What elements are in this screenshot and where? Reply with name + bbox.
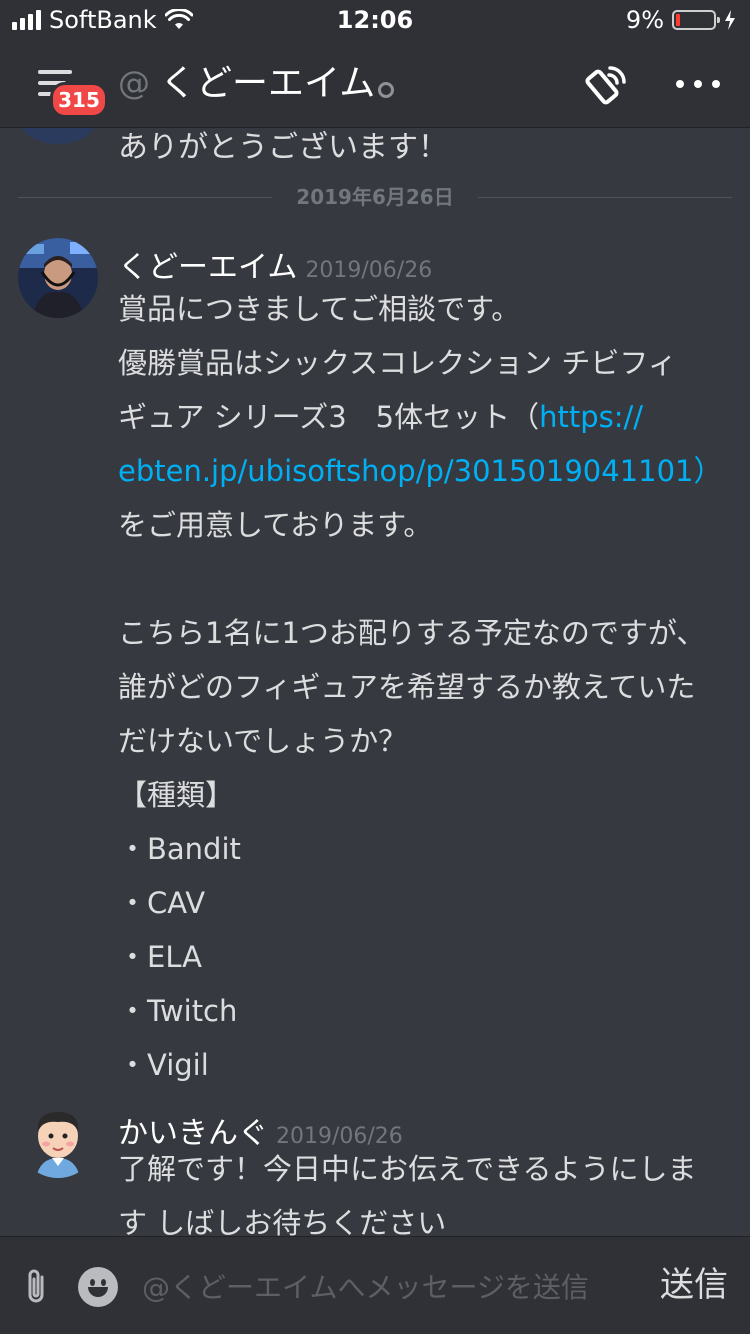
date-divider: 2019年6月26日	[18, 186, 732, 208]
unread-badge: 315	[50, 82, 108, 118]
status-bar: SoftBank 12:06 9%	[0, 0, 750, 40]
status-indicator	[378, 82, 394, 98]
message-line: 了解です！今日中にお伝えできるようにしま	[118, 1152, 697, 1186]
message-content: 賞品につきましてご相談です。 優勝賞品はシックスコレクション チビフィ ギュア …	[118, 282, 723, 1092]
message-author[interactable]: くどーエイム	[118, 250, 297, 285]
channel-title[interactable]: くどーエイム	[160, 54, 375, 106]
list-item: ・ELA	[118, 940, 202, 974]
call-button[interactable]	[584, 64, 628, 108]
paperclip-icon[interactable]	[22, 1267, 52, 1307]
message-line: 【種類】	[118, 778, 235, 812]
message-line: ギュア シリーズ3 5体セット（https://	[118, 400, 644, 434]
message-line: こちら1名に1つお配りする予定なのですが、	[118, 616, 706, 650]
more-options-button[interactable]	[676, 66, 720, 102]
message-content: 了解です！今日中にお伝えできるようにしま す しばしお待ちください	[118, 1142, 718, 1236]
send-button[interactable]: 送信	[660, 1257, 728, 1306]
at-icon: @	[118, 64, 150, 102]
message-list[interactable]: ありがとうございます！ 2019年6月26日 くどーエイム 2019/06/26 …	[0, 128, 750, 1236]
avatar-kaiking[interactable]	[18, 1098, 98, 1178]
message-line: をご用意しております。	[118, 508, 433, 542]
chat-header: 315 @ くどーエイム	[0, 40, 750, 128]
message-line: ebten.jp/ubisoftshop/p/3015019041101）	[118, 454, 723, 488]
battery-icon	[672, 10, 720, 30]
ellipsis-icon	[676, 80, 684, 88]
avatar	[18, 128, 98, 144]
list-item: ・Vigil	[118, 1048, 209, 1082]
message-line: だけないでしょうか？	[118, 724, 408, 758]
message-composer: 送信	[0, 1236, 750, 1334]
message-timestamp: 2019/06/26	[305, 258, 433, 283]
previous-message-text: ありがとうございます！	[118, 130, 448, 165]
message-header: くどーエイム 2019/06/26	[118, 242, 432, 286]
battery-percent: 9%	[625, 6, 664, 34]
avatar-kudo-aim[interactable]	[18, 238, 98, 318]
message-line: す しばしお待ちください	[118, 1206, 447, 1236]
message-line: 誰がどのフィギュアを希望するか教えていた	[118, 670, 696, 704]
menu-button[interactable]: 315	[30, 62, 108, 118]
list-item: ・Bandit	[118, 832, 241, 866]
date-divider-label: 2019年6月26日	[296, 185, 454, 209]
list-item: ・Twitch	[118, 994, 238, 1028]
shop-link[interactable]: https://	[539, 400, 643, 434]
message-input[interactable]	[140, 1261, 644, 1313]
shop-link-continued[interactable]: ebten.jp/ubisoftshop/p/3015019041101	[118, 454, 694, 488]
message-line: 優勝賞品はシックスコレクション チビフィ	[118, 346, 677, 380]
emoji-icon[interactable]	[78, 1267, 118, 1307]
list-item: ・CAV	[118, 886, 206, 920]
message-line: 賞品につきましてご相談です。	[118, 292, 521, 326]
charging-icon	[725, 10, 735, 30]
